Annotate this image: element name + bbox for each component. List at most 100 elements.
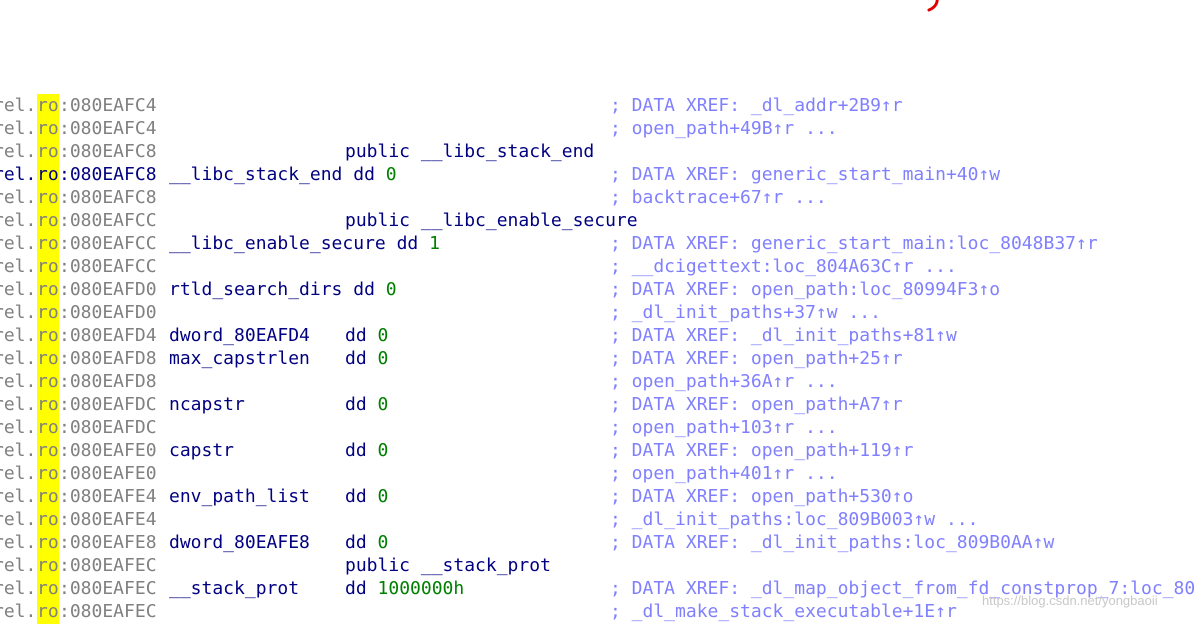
address[interactable]: :080EAFD0 bbox=[59, 278, 157, 301]
xref-comment[interactable]: ; open_path+401↑r ... bbox=[610, 462, 838, 485]
segment-suffix: ro bbox=[37, 325, 59, 346]
instruction[interactable]: dd 0 bbox=[345, 485, 388, 508]
symbol-name[interactable]: __libc_enable_secure dd 1 bbox=[169, 232, 440, 255]
segment-suffix: ro bbox=[37, 509, 59, 530]
symbol-name[interactable]: rtld_search_dirs dd 0 bbox=[169, 278, 397, 301]
segment-prefix: rel. bbox=[0, 555, 37, 576]
address[interactable]: :080EAFC4 bbox=[59, 94, 157, 117]
symbol-name[interactable]: env_path_list bbox=[169, 485, 310, 508]
disassembly-view[interactable]: rel.ro:080EAFC4; DATA XREF: _dl_addr+2B9… bbox=[0, 0, 1200, 624]
segment-prefix: rel. bbox=[0, 486, 37, 507]
xref-comment[interactable]: ; backtrace+67↑r ... bbox=[610, 186, 827, 209]
xref-comment[interactable]: ; DATA XREF: _dl_init_paths+81↑w bbox=[610, 324, 957, 347]
segment-prefix: rel. bbox=[0, 187, 37, 208]
operand-value: 0 bbox=[385, 164, 397, 185]
address[interactable]: :080EAFDC bbox=[59, 393, 157, 416]
red-annotation-mark bbox=[927, 0, 939, 12]
address[interactable]: :080EAFD8 bbox=[59, 347, 157, 370]
xref-comment[interactable]: ; open_path+49B↑r ... bbox=[610, 117, 838, 140]
symbol-name[interactable]: __libc_stack_end dd 0 bbox=[169, 163, 397, 186]
symbol-name[interactable]: capstr bbox=[169, 439, 234, 462]
xref-comment[interactable]: ; DATA XREF: _dl_init_paths:loc_809B0AA↑… bbox=[610, 531, 1054, 554]
instruction[interactable]: public __libc_enable_secure bbox=[345, 209, 638, 232]
xref-comment[interactable]: ; open_path+103↑r ... bbox=[610, 416, 838, 439]
segment-prefix: rel. bbox=[0, 164, 37, 185]
symbol-name[interactable]: __stack_prot bbox=[169, 577, 299, 600]
xref-comment[interactable]: ; _dl_init_paths+37↑w ... bbox=[610, 301, 881, 324]
segment-prefix: rel. bbox=[0, 118, 37, 139]
address[interactable]: :080EAFE8 bbox=[59, 531, 157, 554]
instruction[interactable]: public __libc_stack_end bbox=[345, 140, 594, 163]
segment-suffix: ro bbox=[37, 210, 59, 231]
symbol-name[interactable]: dword_80EAFD4 bbox=[169, 324, 310, 347]
segment-suffix: ro bbox=[37, 463, 59, 484]
xref-comment[interactable]: ; DATA XREF: open_path+530↑o bbox=[610, 485, 913, 508]
segment-prefix: rel. bbox=[0, 256, 37, 277]
instruction[interactable]: dd 0 bbox=[345, 531, 388, 554]
instruction-text: dd bbox=[345, 532, 378, 553]
instruction[interactable]: dd 0 bbox=[345, 439, 388, 462]
xref-comment[interactable]: ; DATA XREF: open_path:loc_80994F3↑o bbox=[610, 278, 1000, 301]
segment-suffix: ro bbox=[37, 118, 59, 139]
instruction[interactable]: dd 0 bbox=[345, 393, 388, 416]
segment-suffix: ro bbox=[37, 532, 59, 553]
symbol-label[interactable]: __libc_stack_end dd bbox=[169, 164, 386, 185]
operand-value: 0 bbox=[377, 325, 389, 346]
segment-prefix: rel. bbox=[0, 417, 37, 438]
segment-suffix: ro bbox=[37, 348, 59, 369]
symbol-label[interactable]: dword_80EAFE8 bbox=[169, 532, 310, 553]
instruction[interactable]: public __stack_prot bbox=[345, 554, 551, 577]
instruction[interactable]: dd 1000000h bbox=[345, 577, 464, 600]
segment-prefix: rel. bbox=[0, 210, 37, 231]
symbol-label[interactable]: max_capstrlen bbox=[169, 348, 310, 369]
xref-comment[interactable]: ; open_path+36A↑r ... bbox=[610, 370, 838, 393]
segment-suffix: ro bbox=[37, 233, 59, 254]
symbol-label[interactable]: rtld_search_dirs dd bbox=[169, 279, 386, 300]
address[interactable]: :080EAFCC bbox=[59, 209, 157, 232]
address[interactable]: :080EAFE0 bbox=[59, 462, 157, 485]
xref-comment[interactable]: ; __dcigettext:loc_804A63C↑r ... bbox=[610, 255, 957, 278]
symbol-label[interactable]: env_path_list bbox=[169, 486, 310, 507]
address[interactable]: :080EAFCC bbox=[59, 255, 157, 278]
symbol-name[interactable]: max_capstrlen bbox=[169, 347, 310, 370]
xref-comment[interactable]: ; DATA XREF: generic_start_main+40↑w bbox=[610, 163, 1000, 186]
operand-value: 1 bbox=[429, 233, 440, 254]
segment-prefix: rel. bbox=[0, 325, 37, 346]
address[interactable]: :080EAFDC bbox=[59, 416, 157, 439]
address[interactable]: :080EAFC8 bbox=[59, 163, 157, 186]
symbol-label[interactable]: dword_80EAFD4 bbox=[169, 325, 310, 346]
operand-value: 0 bbox=[385, 279, 397, 300]
instruction[interactable]: dd 0 bbox=[345, 324, 388, 347]
symbol-label[interactable]: capstr bbox=[169, 440, 234, 461]
address[interactable]: :080EAFE4 bbox=[59, 485, 157, 508]
xref-comment[interactable]: ; _dl_init_paths:loc_809B003↑w ... bbox=[610, 508, 978, 531]
segment-suffix: ro bbox=[37, 394, 59, 415]
address[interactable]: :080EAFE0 bbox=[59, 439, 157, 462]
xref-comment[interactable]: ; DATA XREF: open_path+25↑r bbox=[610, 347, 903, 370]
address[interactable]: :080EAFC8 bbox=[59, 140, 157, 163]
address[interactable]: :080EAFD0 bbox=[59, 301, 157, 324]
address[interactable]: :080EAFCC bbox=[59, 232, 157, 255]
xref-comment[interactable]: ; DATA XREF: open_path+A7↑r bbox=[610, 393, 903, 416]
address[interactable]: :080EAFEC bbox=[59, 554, 157, 577]
xref-comment[interactable]: ; DATA XREF: generic_start_main:loc_8048… bbox=[610, 232, 1098, 255]
symbol-label[interactable]: __libc_enable_secure dd bbox=[169, 233, 429, 254]
address[interactable]: :080EAFC4 bbox=[59, 117, 157, 140]
address[interactable]: :080EAFC8 bbox=[59, 186, 157, 209]
address[interactable]: :080EAFD8 bbox=[59, 370, 157, 393]
segment-prefix: rel. bbox=[0, 578, 37, 599]
address[interactable]: :080EAFE4 bbox=[59, 508, 157, 531]
xref-comment[interactable]: ; DATA XREF: open_path+119↑r bbox=[610, 439, 913, 462]
xref-comment[interactable]: ; DATA XREF: _dl_addr+2B9↑r bbox=[610, 94, 903, 117]
operand-value: 0 bbox=[377, 440, 389, 461]
segment-suffix: ro bbox=[37, 486, 59, 507]
instruction[interactable]: dd 0 bbox=[345, 347, 388, 370]
symbol-label[interactable]: ncapstr bbox=[169, 394, 245, 415]
address[interactable]: :080EAFEC bbox=[59, 577, 157, 600]
symbol-name[interactable]: ncapstr bbox=[169, 393, 245, 416]
address[interactable]: :080EAFD4 bbox=[59, 324, 157, 347]
symbol-label[interactable]: __stack_prot bbox=[169, 578, 299, 599]
symbol-name[interactable]: dword_80EAFE8 bbox=[169, 531, 310, 554]
segment-prefix: rel. bbox=[0, 532, 37, 553]
segment-suffix: ro bbox=[37, 555, 59, 576]
